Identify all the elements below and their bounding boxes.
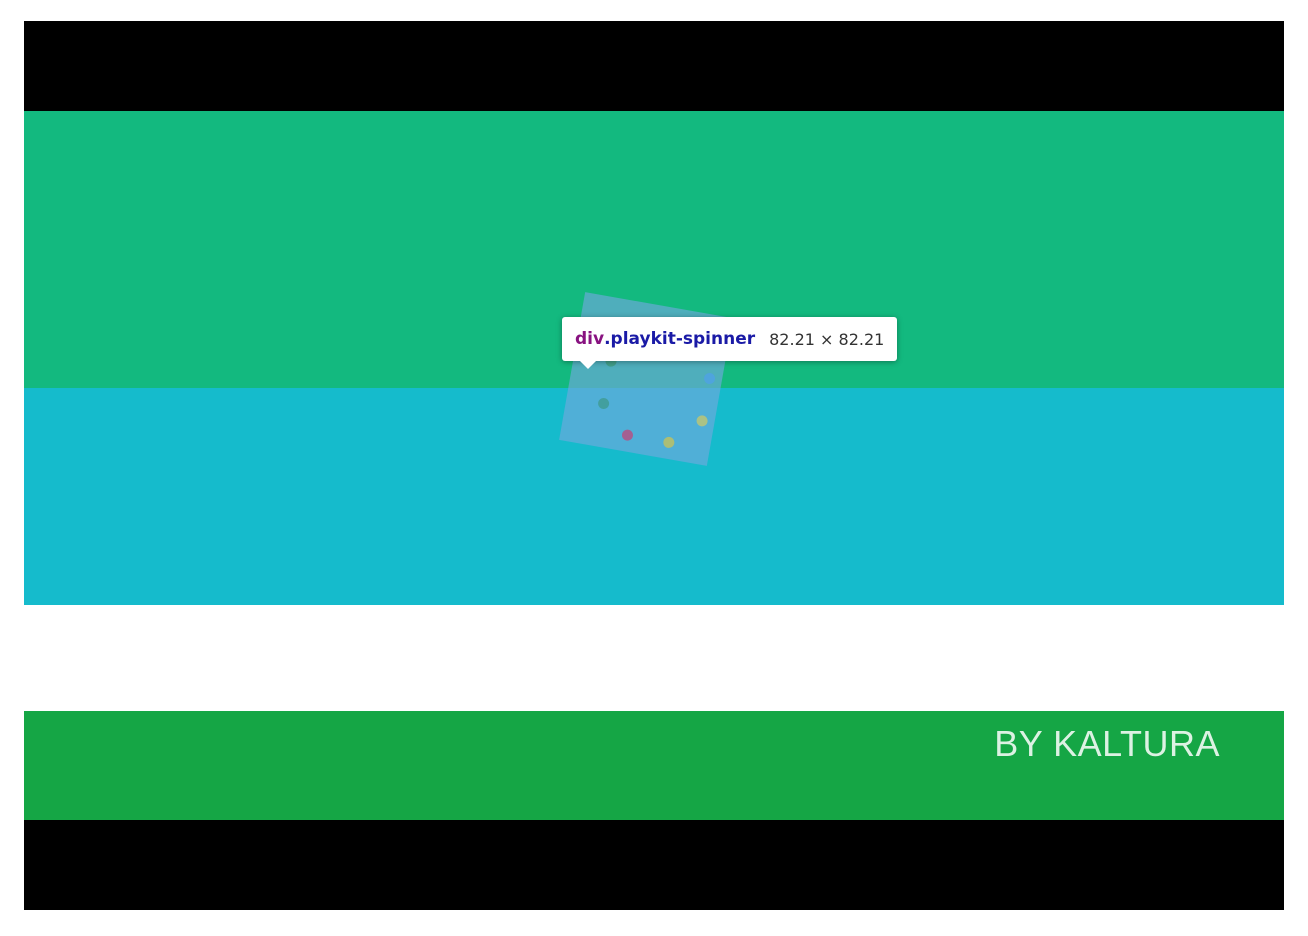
spinner-dot (621, 428, 634, 442)
tooltip-class-name: .playkit-spinner (604, 329, 756, 349)
video-player[interactable]: BY KALTURA (24, 21, 1284, 910)
spinner-dot (695, 414, 709, 428)
spinner-dot (597, 397, 610, 410)
video-band-white (24, 605, 1284, 711)
kaltura-watermark: BY KALTURA (994, 723, 1220, 764)
devtools-inspect-tooltip: div .playkit-spinner 82.21 × 82.21 (562, 317, 898, 369)
tooltip-tag-name: div (575, 329, 605, 349)
tooltip-dimensions: 82.21 × 82.21 (769, 329, 885, 349)
spinner-dot (703, 372, 716, 385)
spinner-dot (662, 436, 676, 449)
video-frame[interactable]: BY KALTURA (24, 111, 1284, 820)
tooltip-arrow (580, 361, 596, 369)
